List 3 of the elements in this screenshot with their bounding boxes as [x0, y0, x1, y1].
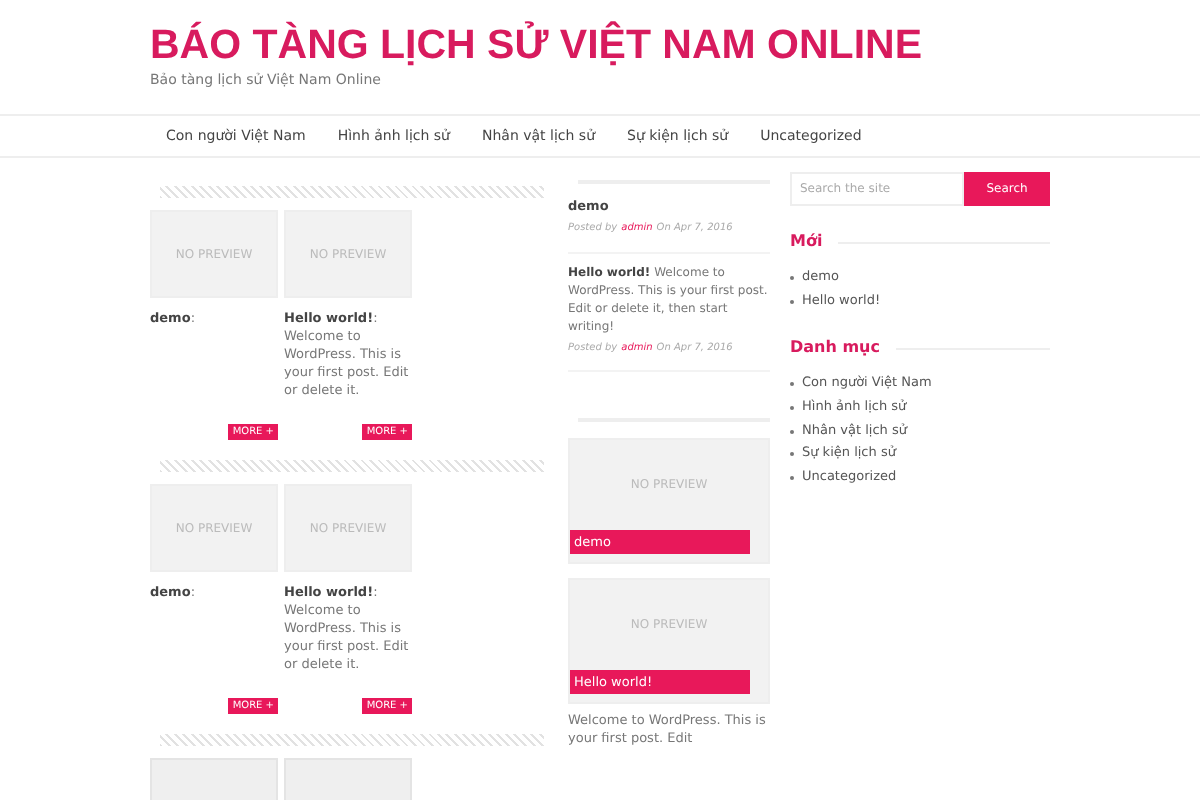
- widget-title: Danh mục: [790, 336, 880, 361]
- site-title[interactable]: BÁO TÀNG LỊCH SỬ VIỆT NAM ONLINE: [150, 20, 1200, 72]
- widget-title: Mới: [790, 230, 823, 254]
